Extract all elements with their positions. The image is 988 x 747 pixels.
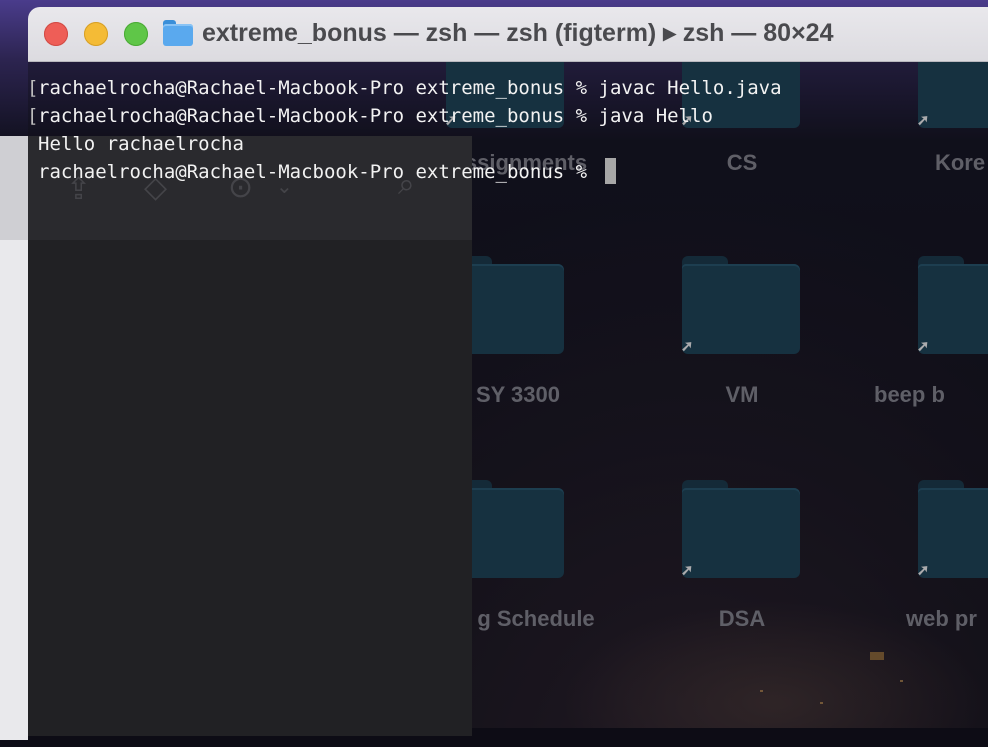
background-app-sidebar [0, 240, 28, 740]
background-app-sidebar-header [0, 136, 28, 240]
terminal-line: Hello rachaelrocha [38, 133, 244, 155]
folder-icon [163, 20, 193, 46]
zoom-button[interactable] [124, 22, 148, 46]
text-cursor [604, 158, 616, 184]
terminal-titlebar[interactable]: extreme_bonus — zsh — zsh (figterm) ▸ zs… [28, 7, 988, 62]
terminal-prompt: rachaelrocha@Rachael-Macbook-Pro extreme… [38, 161, 599, 183]
window-title: extreme_bonus — zsh — zsh (figterm) ▸ zs… [202, 19, 834, 47]
terminal-line: rachaelrocha@Rachael-Macbook-Pro extreme… [38, 105, 713, 127]
prompt-mark: [ [28, 105, 39, 127]
terminal-output[interactable]: [ rachaelrocha@Rachael-Macbook-Pro extre… [28, 62, 988, 747]
minimize-button[interactable] [84, 22, 108, 46]
terminal-window[interactable]: extreme_bonus — zsh — zsh (figterm) ▸ zs… [28, 7, 988, 747]
close-button[interactable] [44, 22, 68, 46]
terminal-line: rachaelrocha@Rachael-Macbook-Pro extreme… [38, 77, 782, 99]
prompt-mark: [ [28, 77, 39, 99]
terminal-prompt-line[interactable]: rachaelrocha@Rachael-Macbook-Pro extreme… [38, 158, 616, 186]
